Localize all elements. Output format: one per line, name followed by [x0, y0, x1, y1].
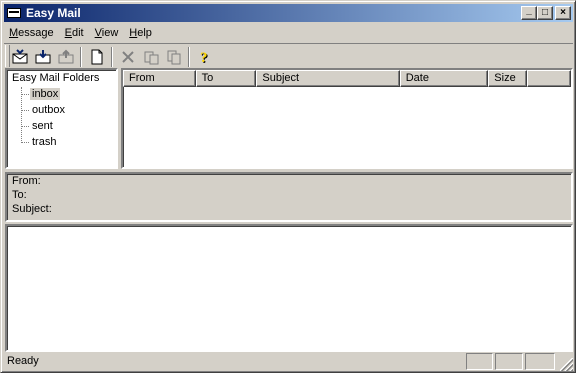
status-bar: Ready — [4, 353, 573, 371]
tree-branch — [21, 141, 29, 143]
column-header-size[interactable]: Size — [488, 70, 528, 87]
move-icon — [144, 51, 158, 64]
new-message-button[interactable] — [85, 46, 108, 68]
folder-item-outbox[interactable]: outbox — [21, 103, 67, 117]
subject-label: Subject: — [12, 203, 52, 215]
toolbar-separator — [111, 46, 113, 67]
send-button[interactable] — [54, 46, 77, 68]
help-button[interactable]: ?? — [193, 46, 216, 68]
status-panel — [525, 353, 555, 370]
close-icon: × — [560, 7, 566, 18]
menu-message[interactable]: Message — [4, 27, 59, 39]
app-window: Easy Mail _ □ × Message Edit View Help ?… — [0, 0, 576, 373]
folder-label: sent — [32, 120, 53, 132]
message-list-header: From To Subject Date Size — [123, 70, 571, 87]
maximize-icon: □ — [541, 7, 549, 18]
menu-label: essage — [18, 26, 54, 39]
to-label: To: — [12, 189, 27, 201]
message-body-pane[interactable] — [5, 224, 573, 352]
send-receive-button[interactable] — [8, 46, 31, 68]
from-label: From: — [12, 175, 41, 187]
folder-label: inbox — [30, 88, 61, 100]
column-header-date[interactable]: Date — [399, 70, 489, 87]
tree-branch — [21, 109, 29, 111]
send-icon — [58, 49, 73, 63]
minimize-button[interactable]: _ — [521, 6, 537, 20]
menu-edit[interactable]: Edit — [60, 27, 89, 39]
tree-branch — [21, 125, 29, 127]
delete-icon — [121, 50, 134, 63]
help-icon: ?? — [200, 50, 209, 65]
receive-icon — [35, 49, 50, 63]
column-header-to[interactable]: To — [195, 70, 257, 87]
maximize-button[interactable]: □ — [537, 6, 553, 20]
move-button[interactable] — [139, 46, 162, 68]
folder-tree[interactable]: Easy Mail Folders inbox outbox sent tras… — [5, 68, 118, 169]
delete-button[interactable] — [116, 46, 139, 68]
column-header-filler — [527, 70, 571, 87]
menu-view[interactable]: View — [90, 27, 124, 39]
minimize-icon: _ — [526, 5, 532, 16]
column-header-from[interactable]: From — [123, 70, 196, 87]
menu-bar: Message Edit View Help — [4, 23, 158, 42]
menu-accel: E — [64, 26, 72, 39]
window-title: Easy Mail — [26, 6, 81, 20]
folder-item-inbox[interactable]: inbox — [21, 87, 61, 101]
folder-item-sent[interactable]: sent — [21, 119, 55, 133]
toolbar: ?? — [4, 43, 573, 69]
menu-accel: V — [94, 26, 102, 39]
resize-grip-icon[interactable] — [560, 358, 573, 371]
menu-accel: M — [9, 26, 19, 39]
app-icon[interactable] — [7, 8, 21, 18]
folder-tree-root[interactable]: Easy Mail Folders — [12, 72, 99, 84]
toolbar-separator — [80, 46, 82, 67]
folder-label: outbox — [32, 104, 66, 116]
svg-text:?: ? — [200, 50, 208, 65]
folder-item-trash[interactable]: trash — [21, 135, 58, 149]
title-bar[interactable]: Easy Mail _ □ × — [4, 4, 573, 22]
column-header-subject[interactable]: Subject — [256, 70, 400, 87]
message-header-pane: From: To: Subject: — [5, 172, 573, 222]
window-controls: _ □ × — [521, 6, 571, 20]
message-list[interactable]: From To Subject Date Size — [121, 68, 573, 169]
copy-icon — [167, 50, 180, 64]
menu-help[interactable]: Help — [124, 27, 157, 39]
menu-label: iew — [101, 26, 119, 39]
folder-label: trash — [32, 136, 57, 148]
menu-label: dit — [72, 26, 84, 39]
menu-label: elp — [137, 26, 152, 39]
copy-button[interactable] — [162, 46, 185, 68]
toolbar-separator — [188, 46, 190, 67]
receive-button[interactable] — [31, 46, 54, 68]
new-message-icon — [91, 49, 102, 64]
status-panel — [466, 353, 493, 370]
close-button[interactable]: × — [555, 6, 571, 20]
status-text: Ready — [7, 355, 39, 367]
send-receive-icon — [12, 48, 27, 63]
tree-branch — [21, 93, 29, 95]
status-panel — [495, 353, 523, 370]
